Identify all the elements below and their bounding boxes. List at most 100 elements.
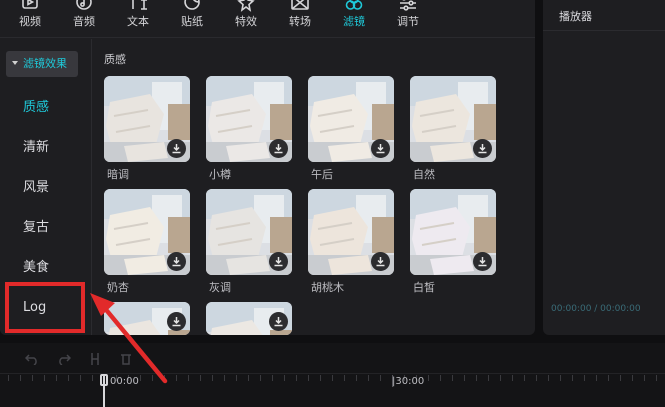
sidebar-item-fresh[interactable]: 清新 bbox=[23, 139, 49, 157]
download-icon bbox=[478, 257, 487, 267]
timeline-tick bbox=[632, 375, 633, 381]
timeline-tick bbox=[512, 375, 513, 381]
timeline-tick bbox=[452, 375, 453, 381]
timeline-tick bbox=[20, 375, 21, 381]
download-button[interactable] bbox=[473, 139, 492, 158]
timeline-tick bbox=[56, 375, 57, 381]
split-icon[interactable] bbox=[89, 353, 101, 365]
tab-effects-label: 特效 bbox=[235, 15, 257, 28]
tab-adjust[interactable]: 调节 bbox=[388, 0, 428, 36]
filter-effects-dropdown[interactable]: 滤镜效果 bbox=[6, 51, 78, 77]
download-button[interactable] bbox=[269, 252, 288, 271]
download-button[interactable] bbox=[167, 312, 186, 331]
download-button[interactable] bbox=[167, 252, 186, 271]
timeline-tick bbox=[380, 375, 381, 381]
tab-effects[interactable]: 特效 bbox=[226, 0, 266, 36]
download-button[interactable] bbox=[371, 252, 390, 271]
sidebar-item-food[interactable]: 美食 bbox=[23, 259, 49, 277]
timeline-tick bbox=[284, 375, 285, 381]
filter-thumbnail[interactable] bbox=[206, 76, 292, 162]
timeline-tick bbox=[608, 375, 609, 381]
player-panel: 播放器 00:00:00 / 00:00:00 bbox=[543, 0, 665, 335]
timeline-tick bbox=[212, 375, 213, 381]
tab-video-label: 视频 bbox=[19, 15, 41, 28]
redo-icon[interactable] bbox=[57, 353, 71, 365]
tab-filter[interactable]: 滤镜 bbox=[334, 0, 374, 36]
filter-thumbnail[interactable] bbox=[104, 302, 190, 335]
timeline-tick bbox=[524, 375, 525, 381]
timeline-tick bbox=[440, 375, 441, 381]
filter-name-label: 午后 bbox=[311, 168, 333, 181]
download-button[interactable] bbox=[269, 139, 288, 158]
playhead-handle[interactable] bbox=[100, 374, 108, 386]
timeline-tick bbox=[584, 375, 585, 381]
filter-icon bbox=[345, 0, 363, 10]
timeline-tick bbox=[428, 375, 429, 381]
filter-thumbnail[interactable] bbox=[308, 189, 394, 275]
audio-icon bbox=[76, 0, 92, 10]
download-button[interactable] bbox=[167, 139, 186, 158]
tab-sticker-label: 贴纸 bbox=[181, 15, 203, 28]
tab-transition[interactable]: 转场 bbox=[280, 0, 320, 36]
filter-thumbnail[interactable] bbox=[206, 302, 292, 335]
annotation-highlight-box bbox=[5, 282, 85, 333]
tab-text[interactable]: 文本 bbox=[118, 0, 158, 36]
delete-icon[interactable] bbox=[120, 353, 132, 365]
sidebar-item-scenery[interactable]: 风景 bbox=[23, 179, 49, 197]
effects-icon bbox=[237, 0, 255, 12]
timeline-tick bbox=[344, 375, 345, 381]
filter-thumbnail[interactable] bbox=[308, 76, 394, 162]
main-toolbar: 视频 音频 文本 贴纸 特效 转场 滤镜 调节 bbox=[0, 0, 535, 38]
tab-sticker[interactable]: 贴纸 bbox=[172, 0, 212, 36]
sidebar-item-retro[interactable]: 复古 bbox=[23, 219, 49, 237]
filter-name-label: 灰调 bbox=[209, 281, 231, 294]
tab-text-label: 文本 bbox=[127, 15, 149, 28]
tab-audio-label: 音频 bbox=[73, 15, 95, 28]
filter-thumbnail[interactable] bbox=[410, 189, 496, 275]
filter-name-label: 奶杏 bbox=[107, 281, 129, 294]
timeline-tick bbox=[572, 375, 573, 381]
timeline-tick bbox=[44, 375, 45, 381]
download-button[interactable] bbox=[371, 139, 390, 158]
tab-video[interactable]: 视频 bbox=[10, 0, 50, 36]
filter-grid: 质感 暗调 小樽 午后 自然 奶杏 灰调 胡桃木 白皙 bbox=[92, 39, 535, 335]
filter-thumbnail[interactable] bbox=[410, 76, 496, 162]
undo-icon[interactable] bbox=[25, 353, 39, 365]
filter-thumbnail[interactable] bbox=[206, 189, 292, 275]
timeline-tick bbox=[8, 375, 9, 381]
download-icon bbox=[172, 257, 181, 267]
timeline-tick bbox=[500, 375, 501, 381]
timeline-tick bbox=[656, 375, 657, 381]
filter-thumbnail[interactable] bbox=[104, 76, 190, 162]
timeline-tick bbox=[320, 375, 321, 381]
transition-icon bbox=[291, 0, 309, 10]
sticker-icon bbox=[184, 0, 200, 10]
download-icon bbox=[172, 317, 181, 327]
tab-adjust-label: 调节 bbox=[397, 15, 419, 28]
text-icon bbox=[132, 0, 147, 10]
timeline-tick bbox=[596, 375, 597, 381]
download-icon bbox=[478, 144, 487, 154]
filter-name-label: 小樽 bbox=[209, 168, 231, 181]
timeline-tick bbox=[176, 375, 177, 381]
timeline-tick bbox=[356, 375, 357, 381]
player-divider bbox=[543, 30, 665, 31]
tab-audio[interactable]: 音频 bbox=[64, 0, 104, 36]
filter-name-label: 自然 bbox=[413, 168, 435, 181]
timeline-tick bbox=[68, 375, 69, 381]
tab-filter-label: 滤镜 bbox=[343, 15, 365, 28]
download-button[interactable] bbox=[269, 312, 288, 331]
sidebar-item-texture[interactable]: 质感 bbox=[23, 99, 49, 117]
download-button[interactable] bbox=[473, 252, 492, 271]
timeline-tick bbox=[248, 375, 249, 381]
timeline-tick bbox=[476, 375, 477, 381]
download-icon bbox=[274, 317, 283, 327]
timeline-tick bbox=[164, 375, 165, 381]
timeline-tick bbox=[140, 375, 141, 381]
timeline-tick bbox=[644, 375, 645, 381]
timeline-start-label: 00:00 bbox=[110, 376, 139, 387]
adjust-icon bbox=[400, 0, 416, 11]
caret-down-icon bbox=[12, 61, 18, 65]
filter-thumbnail[interactable] bbox=[104, 189, 190, 275]
timeline-tick bbox=[332, 375, 333, 381]
